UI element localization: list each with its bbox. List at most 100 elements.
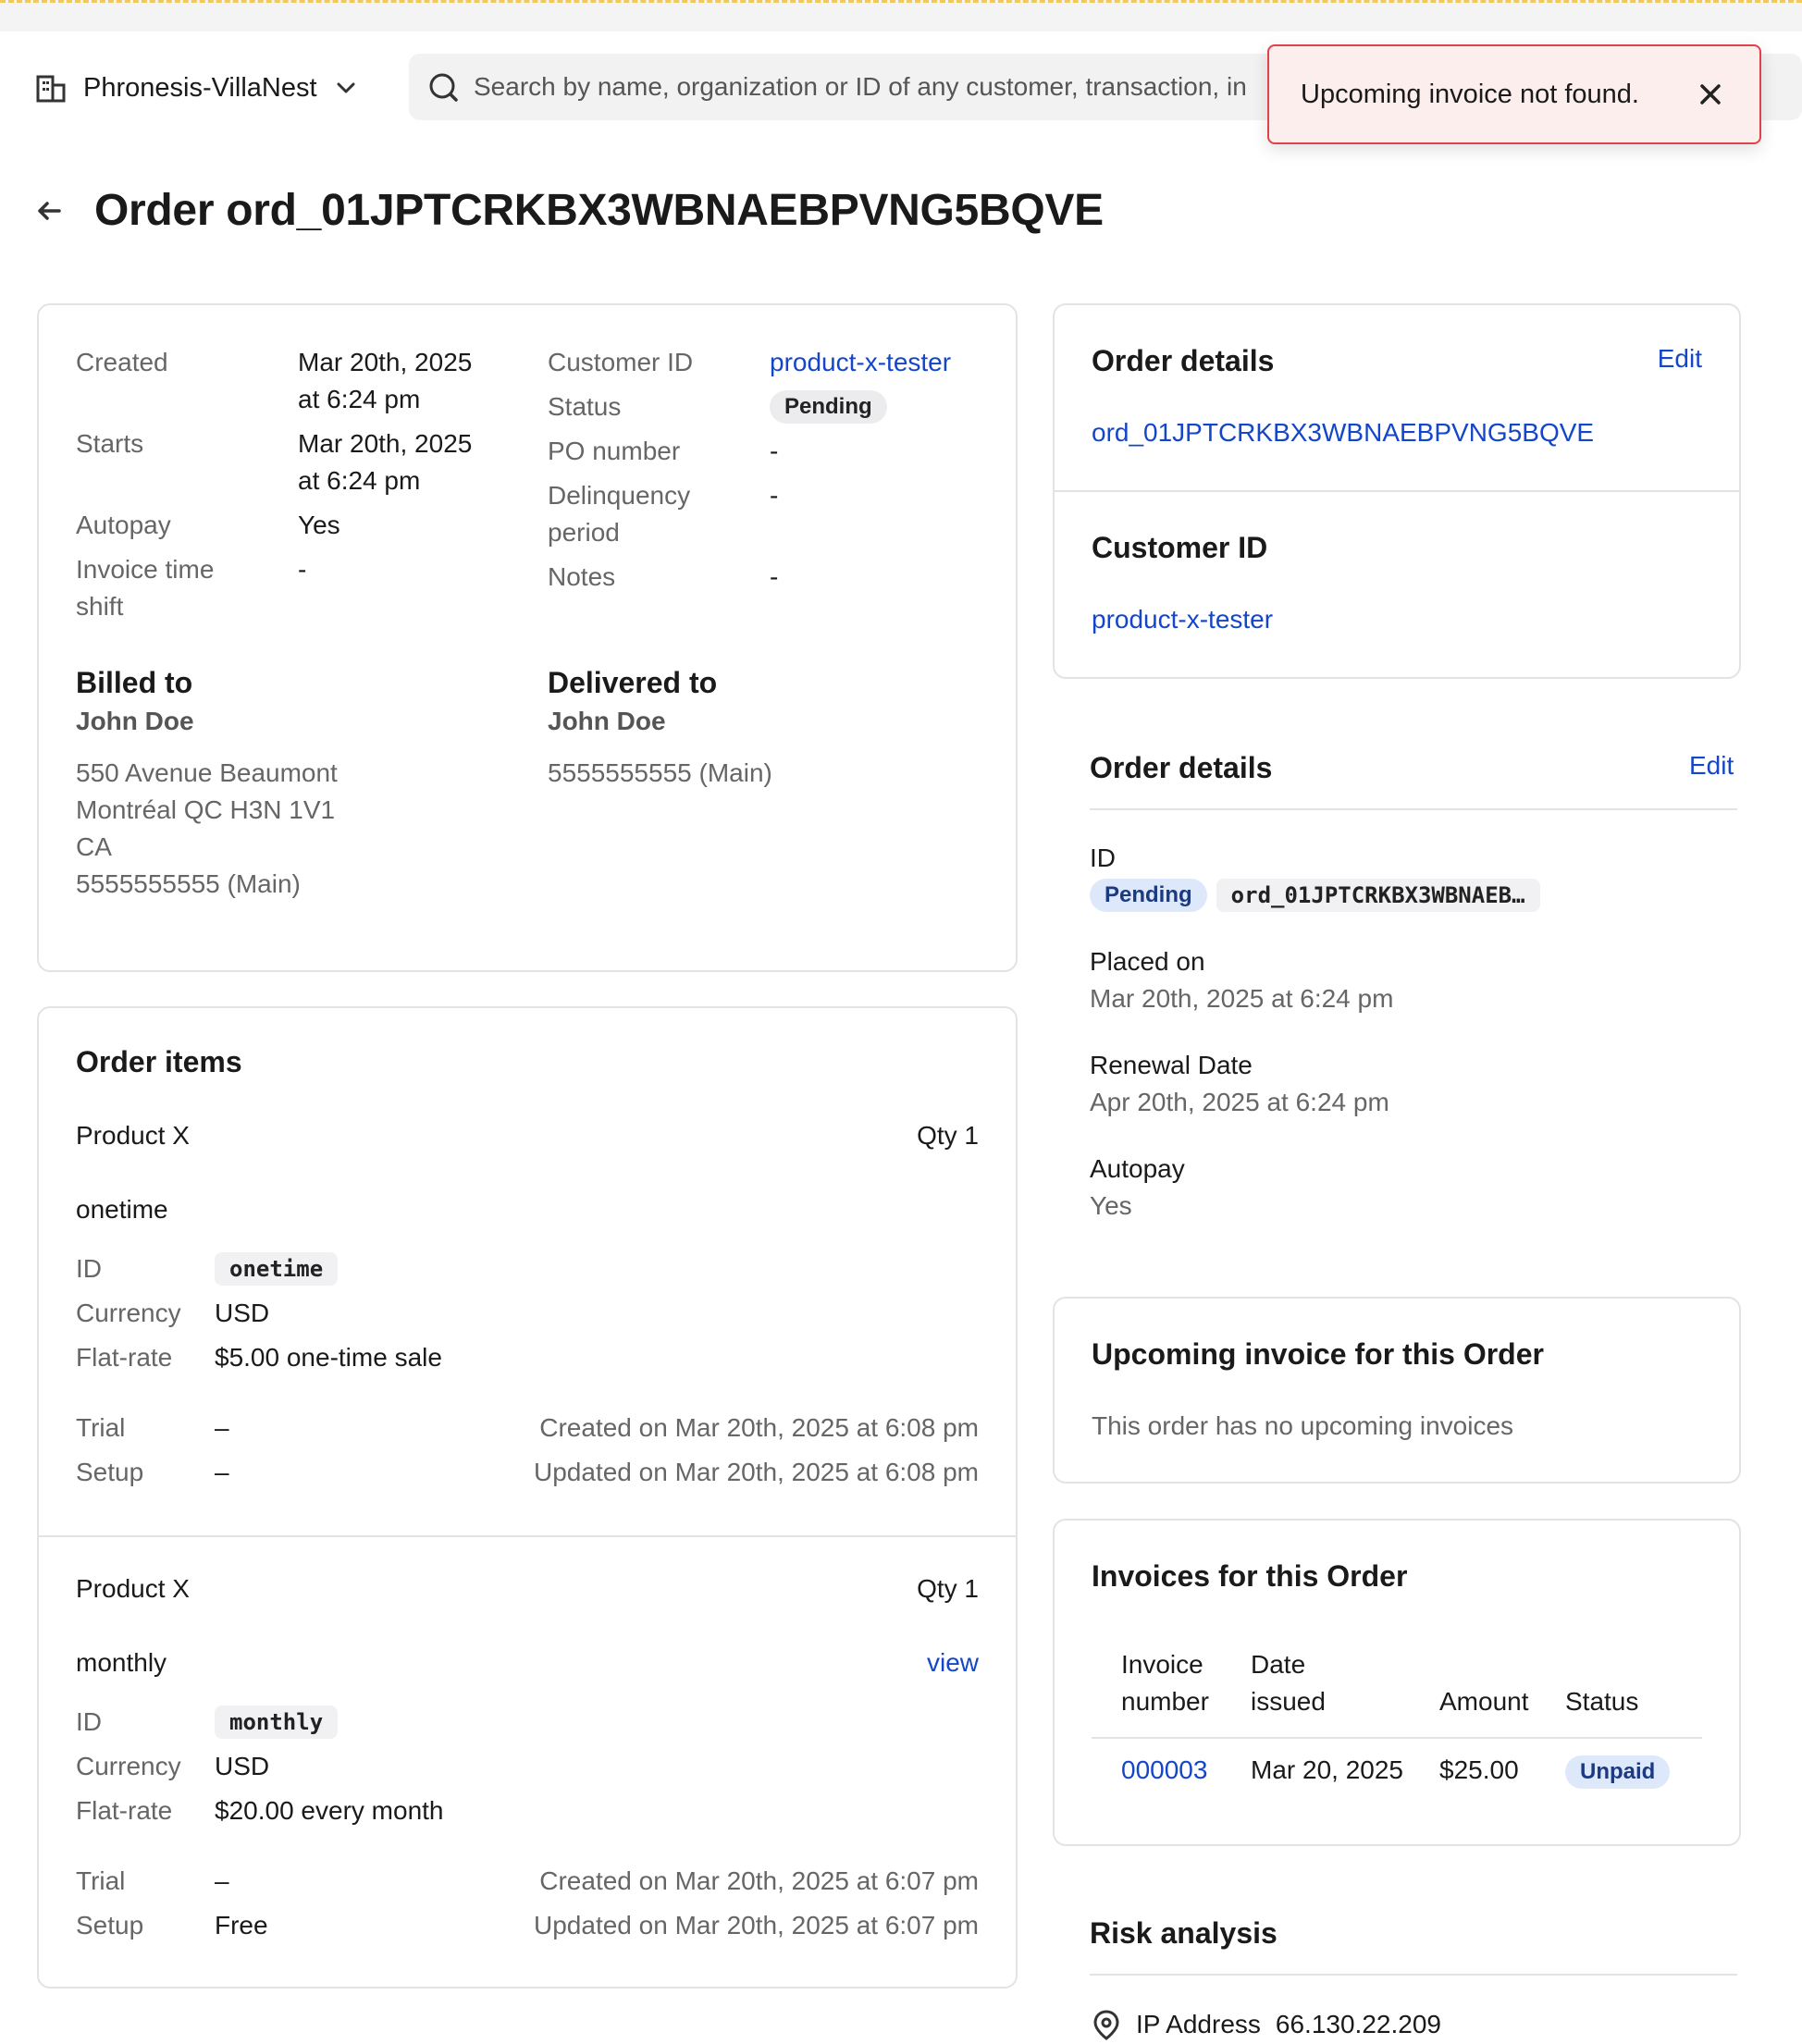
item-setup-value: Free <box>215 1911 268 1939</box>
billed-phone: 5555555555 (Main) <box>76 869 301 898</box>
item-qty: Qty 1 <box>917 1121 979 1150</box>
building-icon <box>36 75 66 103</box>
created-value-time: at 6:24 pm <box>298 385 421 413</box>
po-number-value: - <box>770 437 779 465</box>
col-invoice-number-cont: number <box>1121 1687 1209 1716</box>
item-plan-name: onetime <box>76 1195 168 1224</box>
delivered-to-title: Delivered to <box>548 666 718 699</box>
invoice-date: Mar 20, 2025 <box>1251 1755 1403 1784</box>
arrow-left-icon[interactable] <box>35 197 63 225</box>
item-id-chip: monthly <box>215 1705 339 1739</box>
item-setup-value: – <box>215 1458 229 1486</box>
starts-value-time: at 6:24 pm <box>298 466 421 495</box>
ip-address-row: IP Address 66.130.22.209 <box>1092 2009 1441 2040</box>
location-pin-icon <box>1093 2010 1119 2040</box>
delinquency-value: - <box>770 481 779 510</box>
item-trial-label: Trial <box>76 1413 126 1442</box>
item-setup-label: Setup <box>76 1911 144 1939</box>
invoice-status-badge: Unpaid <box>1565 1755 1671 1789</box>
item-updated-on: Updated on Mar 20th, 2025 at 6:08 pm <box>534 1458 979 1486</box>
item-currency-label: Currency <box>76 1299 181 1327</box>
risk-divider <box>1090 1974 1737 1976</box>
item-id-chip: onetime <box>215 1252 339 1286</box>
ip-address-label: IP Address <box>1136 2010 1261 2038</box>
item-id-label: ID <box>76 1254 102 1283</box>
order-details-panel-edit-button[interactable]: Edit <box>1689 751 1734 781</box>
toast-message: Upcoming invoice not found. <box>1301 79 1639 109</box>
col-date-issued-cont: issued <box>1251 1687 1326 1716</box>
customer-id-title: Customer ID <box>1092 531 1268 564</box>
panel-divider <box>1090 808 1737 810</box>
invoice-shift-label-cont: shift <box>76 592 124 621</box>
search-icon <box>429 73 458 102</box>
item-created-on: Created on Mar 20th, 2025 at 6:07 pm <box>539 1866 979 1895</box>
order-details-panel-title: Order details <box>1090 751 1273 784</box>
notes-label: Notes <box>548 562 616 591</box>
org-name: Phronesis-VillaNest <box>83 72 317 103</box>
upcoming-invoice-card: Upcoming invoice for this Order This ord… <box>1053 1297 1741 1484</box>
billed-address-line-2: Montréal QC H3N 1V1 <box>76 795 336 824</box>
notes-value: - <box>770 562 779 591</box>
created-label: Created <box>76 348 168 376</box>
upcoming-invoice-empty: This order has no upcoming invoices <box>1092 1411 1514 1440</box>
delivered-phone: 5555555555 (Main) <box>548 758 772 787</box>
col-date-issued: Date <box>1251 1650 1306 1679</box>
customer-id-label: Customer ID <box>548 348 694 376</box>
billed-to-title: Billed to <box>76 666 193 699</box>
order-details-edit-button[interactable]: Edit <box>1658 344 1702 374</box>
status-label: Status <box>548 392 622 421</box>
starts-value-date: Mar 20th, 2025 <box>298 429 473 458</box>
order-id-link[interactable]: ord_01JPTCRKBX3WBNAEBPVNG5BQVE <box>1092 418 1594 448</box>
page-title-row: Order ord_01JPTCRKBX3WBNAEBPVNG5BQVE <box>35 185 1104 236</box>
chevron-down-icon <box>337 82 355 93</box>
item-updated-on: Updated on Mar 20th, 2025 at 6:07 pm <box>534 1911 979 1939</box>
delinquency-label: Delinquency <box>548 481 691 510</box>
customer-id-link[interactable]: product-x-tester <box>770 348 951 377</box>
close-icon[interactable] <box>1698 82 1722 106</box>
customer-id-link[interactable]: product-x-tester <box>1092 605 1273 634</box>
risk-analysis-title: Risk analysis <box>1090 1916 1277 1950</box>
order-items-title: Order items <box>76 1045 242 1078</box>
item-flat-rate-label: Flat-rate <box>76 1343 173 1372</box>
invoices-header-divider <box>1092 1737 1702 1739</box>
renewal-date-value: Apr 20th, 2025 at 6:24 pm <box>1090 1088 1389 1116</box>
invoice-shift-value: - <box>298 555 307 584</box>
item-plan-name: monthly <box>76 1648 167 1677</box>
org-switcher[interactable]: Phronesis-VillaNest <box>35 72 358 104</box>
item-qty: Qty 1 <box>917 1574 979 1603</box>
order-summary-card: Created Mar 20th, 2025 at 6:24 pm Starts… <box>37 303 1018 972</box>
item-flat-rate-value: $5.00 one-time sale <box>215 1343 442 1372</box>
item-setup-label: Setup <box>76 1458 144 1486</box>
autopay-value: Yes <box>298 511 340 539</box>
po-number-label: PO number <box>548 437 681 465</box>
starts-label: Starts <box>76 429 144 458</box>
placed-on-label: Placed on <box>1090 947 1205 976</box>
panel-id-chip[interactable]: ord_01JPTCRKBX3WBNAEB… <box>1216 879 1540 912</box>
item-flat-rate-label: Flat-rate <box>76 1796 173 1825</box>
page-title: Order ord_01JPTCRKBX3WBNAEBPVNG5BQVE <box>94 186 1104 235</box>
invoice-amount: $25.00 <box>1439 1755 1519 1784</box>
created-value-date: Mar 20th, 2025 <box>298 348 473 376</box>
status-badge: Pending <box>770 390 887 424</box>
placed-on-value: Mar 20th, 2025 at 6:24 pm <box>1090 984 1394 1013</box>
billed-to-name: John Doe <box>76 707 194 735</box>
item-currency-value: USD <box>215 1752 270 1780</box>
billed-address-line-1: 550 Avenue Beaumont <box>76 758 338 787</box>
panel-autopay-label: Autopay <box>1090 1154 1185 1183</box>
error-toast: Upcoming invoice not found. <box>1267 44 1761 144</box>
invoices-card: Invoices for this Order Invoice number D… <box>1053 1519 1741 1846</box>
items-divider <box>39 1535 1016 1537</box>
item-view-link[interactable]: view <box>927 1648 979 1678</box>
autopay-label: Autopay <box>76 511 171 539</box>
panel-autopay-value: Yes <box>1090 1191 1132 1220</box>
col-status: Status <box>1565 1687 1639 1716</box>
item-trial-value: – <box>215 1413 229 1442</box>
invoice-number-link[interactable]: 000003 <box>1121 1755 1207 1785</box>
item-trial-value: – <box>215 1866 229 1895</box>
invoice-shift-label: Invoice time <box>76 555 215 584</box>
item-product-name: Product X <box>76 1121 190 1150</box>
invoices-title: Invoices for this Order <box>1092 1559 1408 1593</box>
order-details-title: Order details <box>1092 344 1275 377</box>
item-trial-label: Trial <box>76 1866 126 1895</box>
search-placeholder: Search by name, organization or ID of an… <box>474 72 1247 101</box>
